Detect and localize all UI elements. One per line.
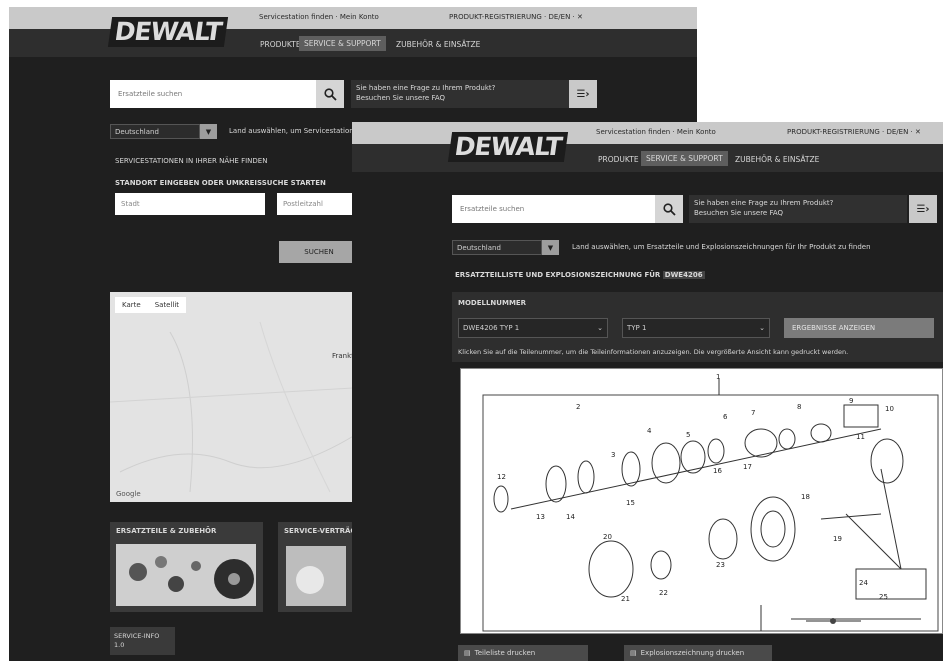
nav-accessories[interactable]: ZUBEHÖR & EINSÄTZE — [735, 155, 819, 164]
country-dropdown[interactable]: Deutschland — [452, 240, 542, 255]
promo-line2: Besuchen Sie unsere FAQ — [356, 94, 446, 102]
callout[interactable]: 14 — [566, 513, 575, 521]
service-heading: SERVICESTATIONEN IN IHRER NÄHE FINDEN — [115, 157, 268, 165]
search-button[interactable] — [655, 195, 683, 223]
callout[interactable]: 24 — [859, 579, 868, 587]
model-dropdown[interactable]: DWE4206 TYP 1 ⌄ — [458, 318, 608, 338]
type-dropdown[interactable]: TYP 1 ⌄ — [622, 318, 770, 338]
faq-arrow-button[interactable]: ☰› — [569, 80, 597, 108]
callout[interactable]: 8 — [797, 403, 801, 411]
type-dropdown-value: TYP 1 — [627, 324, 647, 332]
model-dropdown-value: DWE4206 TYP 1 — [463, 324, 520, 332]
callout[interactable]: 10 — [885, 405, 894, 413]
page-title: ERSATZTEILLISTE UND EXPLOSIONSZEICHNUNG … — [455, 271, 705, 279]
callout[interactable]: 25 — [879, 593, 888, 601]
header-top-right-links[interactable]: PRODUKT-REGISTRIERUNG · DE/EN · ✕ — [449, 13, 583, 21]
search-service-button[interactable]: SUCHEN — [279, 241, 359, 263]
callout[interactable]: 22 — [659, 589, 668, 597]
callout[interactable]: 7 — [751, 409, 755, 417]
show-results-label: ERGEBNISSE ANZEIGEN — [792, 324, 876, 332]
promo-line1: Sie haben eine Frage zu Ihrem Produkt? — [356, 84, 496, 92]
header-top-links[interactable]: Servicestation finden · Mein Konto — [259, 13, 379, 21]
callout[interactable]: 12 — [497, 473, 506, 481]
nav-products[interactable]: PRODUKTE — [260, 40, 301, 49]
search-input[interactable]: Ersatzteile suchen — [452, 195, 655, 223]
callout[interactable]: 4 — [647, 427, 652, 435]
callout[interactable]: 21 — [621, 595, 630, 603]
print-icon: ▤ — [630, 649, 637, 657]
page-title-model: DWE4206 — [662, 271, 705, 279]
chevron-down-icon: ⌄ — [759, 324, 765, 332]
header-top-links[interactable]: Servicestation finden · Mein Konto — [596, 128, 716, 136]
print-parts-list-label: Teileliste drucken — [474, 649, 536, 657]
location-heading: STANDORT EINGEBEN ODER UMKREISSUCHE STAR… — [115, 179, 326, 187]
show-results-button[interactable]: ERGEBNISSE ANZEIGEN — [784, 318, 934, 338]
callout[interactable]: 13 — [536, 513, 545, 521]
exploded-view-diagram[interactable]: 1 2 3 4 5 6 7 8 9 10 11 12 13 14 15 16 1… — [460, 368, 943, 634]
diagram-instructions: Klicken Sie auf die Teilenummer, um die … — [458, 348, 849, 356]
callout[interactable]: 15 — [626, 499, 635, 507]
print-parts-list-button[interactable]: ▤ Teileliste drucken — [458, 645, 588, 661]
search-button[interactable] — [316, 80, 344, 108]
model-number-label: MODELLNUMMER — [458, 299, 527, 307]
callout[interactable]: 20 — [603, 533, 612, 541]
country-dropdown-value: Deutschland — [115, 127, 159, 136]
callout[interactable]: 23 — [716, 561, 725, 569]
promo-line1: Sie haben eine Frage zu Ihrem Produkt? — [694, 199, 834, 207]
country-dropdown[interactable]: Deutschland — [110, 124, 200, 139]
callout[interactable]: 9 — [849, 397, 853, 405]
map-roads — [110, 321, 370, 493]
country-note: Land auswählen, um Ersatzteile und Explo… — [572, 243, 871, 251]
callout[interactable]: 6 — [723, 413, 728, 421]
callout[interactable]: 19 — [833, 535, 842, 543]
chevron-down-icon: ⌄ — [597, 324, 603, 332]
print-diagram-label: Explosionszeichnung drucken — [640, 649, 745, 657]
exploded-view-drawing: 1 2 3 4 5 6 7 8 9 10 11 12 13 14 15 16 1… — [482, 373, 939, 632]
search-input[interactable]: Ersatzteile suchen — [110, 80, 316, 108]
chevron-down-icon[interactable]: ▼ — [200, 124, 217, 139]
callout[interactable]: 18 — [801, 493, 810, 501]
print-icon: ▤ — [464, 649, 471, 657]
faq-arrow-button[interactable]: ☰› — [909, 195, 937, 223]
service-contract-image — [286, 546, 346, 606]
city-input[interactable]: Stadt — [115, 193, 265, 215]
search-icon — [323, 87, 337, 101]
nav-service-support[interactable]: SERVICE & SUPPORT — [641, 151, 728, 166]
service-map[interactable]: Karte Satellit Frankfurt Google — [110, 292, 370, 502]
promo-line2: Besuchen Sie unsere FAQ — [694, 209, 784, 217]
dewalt-logo[interactable]: DEWALT — [447, 132, 569, 162]
search-icon — [662, 202, 676, 216]
callout[interactable]: 1 — [716, 373, 720, 381]
arrow-right-icon: ☰› — [576, 88, 590, 100]
callout[interactable]: 16 — [713, 467, 722, 475]
map-google-label: Google — [116, 490, 141, 498]
parts-card-title: ERSATZTEILE & ZUBEHÖR — [116, 527, 217, 535]
nav-accessories[interactable]: ZUBEHÖR & EINSÄTZE — [396, 40, 480, 49]
parts-card[interactable]: ERSATZTEILE & ZUBEHÖR — [110, 522, 263, 612]
callout[interactable]: 11 — [856, 433, 865, 441]
arrow-right-icon: ☰› — [916, 203, 930, 215]
callout[interactable]: 3 — [611, 451, 615, 459]
front-browser-window: DEWALT Servicestation finden · Mein Kont… — [352, 122, 943, 661]
dewalt-logo[interactable]: DEWALT — [107, 17, 229, 47]
print-diagram-button[interactable]: ▤ Explosionszeichnung drucken — [624, 645, 772, 661]
nav-products[interactable]: PRODUKTE — [598, 155, 639, 164]
callout[interactable]: 5 — [686, 431, 690, 439]
header-top-right-links[interactable]: PRODUKT-REGISTRIERUNG · DE/EN · ✕ — [787, 128, 921, 136]
page-title-text: ERSATZTEILLISTE UND EXPLOSIONSZEICHNUNG … — [455, 271, 661, 279]
faq-promo[interactable]: Sie haben eine Frage zu Ihrem Produkt? B… — [351, 80, 569, 108]
nav-service-support[interactable]: SERVICE & SUPPORT — [299, 36, 386, 51]
faq-promo[interactable]: Sie haben eine Frage zu Ihrem Produkt? B… — [689, 195, 907, 223]
service-contract-title: SERVICE-VERTRÄGE — [284, 527, 361, 535]
parts-card-image — [116, 544, 256, 606]
callout[interactable]: 2 — [576, 403, 580, 411]
country-dropdown-value: Deutschland — [457, 243, 501, 252]
service-info-tile[interactable]: SERVICE-INFO 1.0 — [110, 627, 175, 655]
chevron-down-icon[interactable]: ▼ — [542, 240, 559, 255]
callout[interactable]: 17 — [743, 463, 752, 471]
